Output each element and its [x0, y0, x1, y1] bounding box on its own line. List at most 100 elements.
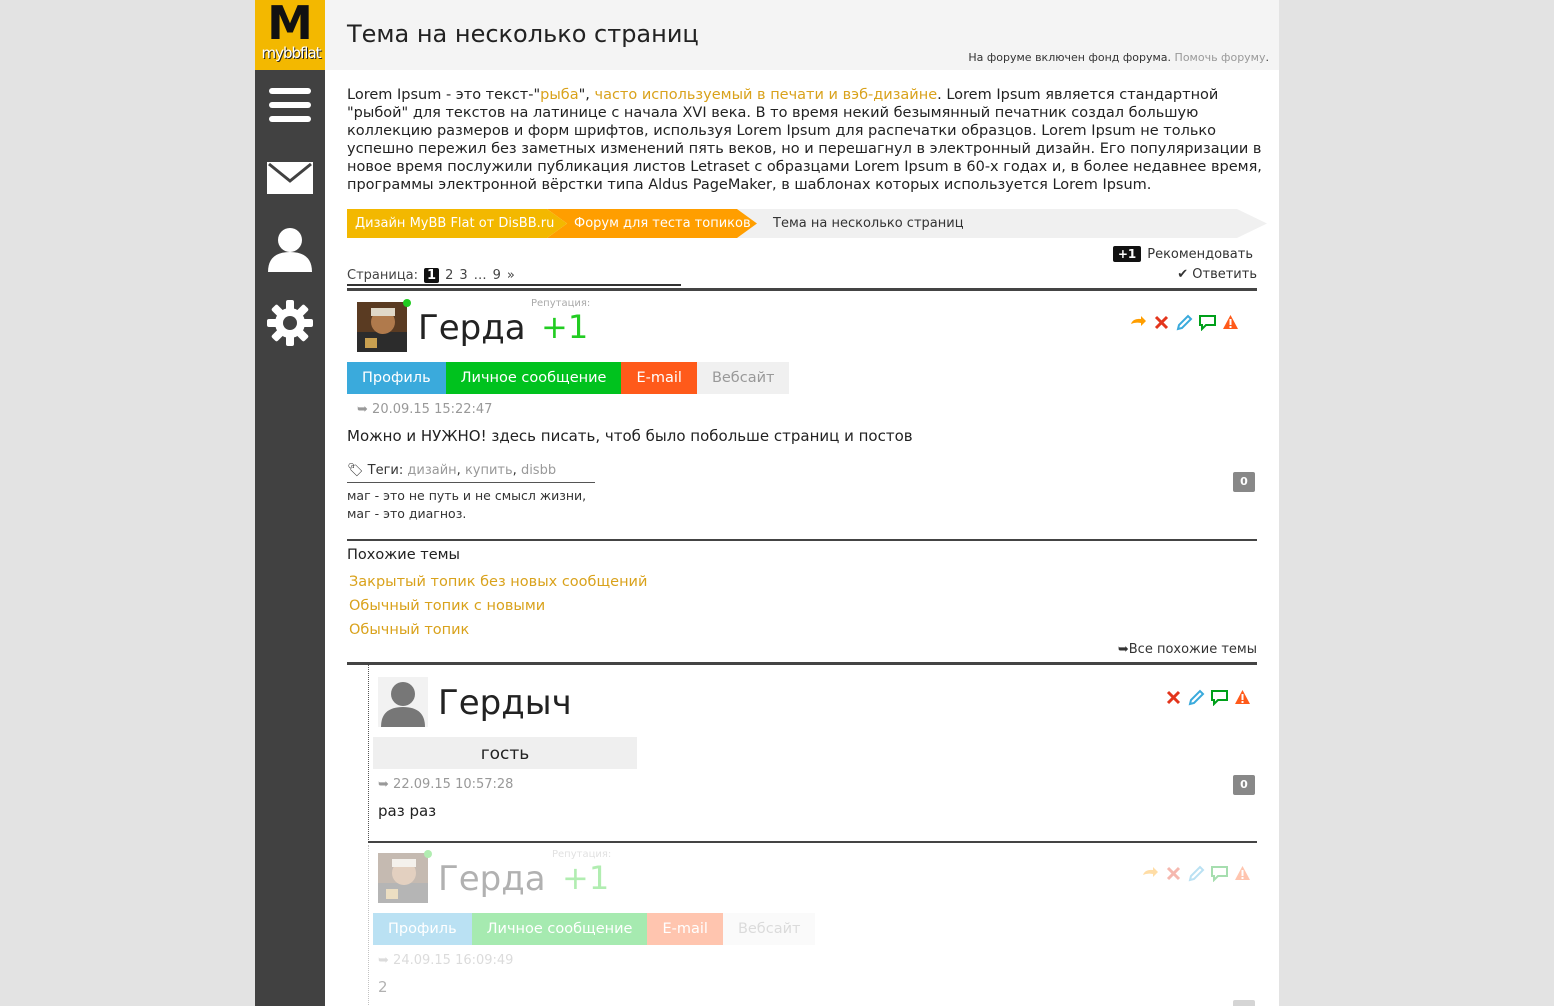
delete-icon[interactable]: [1165, 865, 1182, 882]
link-arrow-icon: ➥: [378, 777, 389, 792]
post-text: раз раз: [378, 802, 437, 820]
breadcrumb: Дизайн MyBB Flat от DisBB.ru Форум для т…: [347, 209, 1267, 238]
reply-button[interactable]: ✔ Ответить: [1177, 267, 1257, 282]
pm-button[interactable]: Личное сообщение: [445, 362, 622, 394]
all-similar-label: Все похожие темы: [1128, 642, 1257, 657]
reply-label: Ответить: [1192, 267, 1257, 282]
gear-icon[interactable]: [267, 300, 313, 346]
breadcrumb-item-3: Тема на несколько страниц: [773, 216, 964, 231]
divider: [368, 841, 1257, 843]
page-current: 1: [424, 268, 440, 283]
user-role: гость: [373, 737, 637, 769]
similar-topic-link[interactable]: Обычный топик с новыми: [349, 598, 545, 614]
post-tags: 🏷 Теги: дизайн, купить, disbb: [347, 463, 595, 483]
page-ellipsis: …: [473, 268, 487, 283]
similar-topic-link[interactable]: Закрытый топик без новых сообщений: [349, 574, 647, 590]
page-link[interactable]: 9: [493, 268, 501, 283]
post-count-badge[interactable]: 0: [1233, 472, 1255, 492]
post-text: 2: [378, 978, 388, 996]
username[interactable]: Гердыч: [438, 683, 572, 723]
intro-text: Lorem Ipsum - это текст-"рыба", часто ис…: [347, 86, 1262, 194]
post-text: Можно и НУЖНО! здесь писать, чтоб было п…: [347, 427, 913, 445]
post-actions: [1142, 865, 1251, 883]
divider: [347, 662, 1257, 665]
signature-line: маг - это не путь и не смысл жизни,: [347, 488, 587, 503]
user-icon[interactable]: [267, 226, 313, 272]
username[interactable]: Герда: [438, 859, 546, 899]
breadcrumb-item-2[interactable]: Форум для теста топиков: [574, 209, 751, 238]
reputation-value[interactable]: +1: [541, 308, 588, 346]
logo[interactable]: M mybbflat: [255, 0, 325, 70]
quote-icon[interactable]: [1142, 865, 1159, 882]
comment-icon[interactable]: [1211, 689, 1228, 707]
similar-topics-title: Похожие темы: [347, 547, 460, 563]
username[interactable]: Герда: [418, 308, 526, 348]
recommend-badge: +1: [1112, 246, 1142, 262]
online-indicator: [424, 850, 432, 858]
avatar[interactable]: [378, 677, 428, 727]
report-icon[interactable]: [1234, 865, 1251, 882]
help-forum-link[interactable]: Помочь форуму: [1175, 51, 1266, 64]
sidebar: M mybbflat: [255, 0, 325, 1006]
edit-icon[interactable]: [1188, 865, 1205, 882]
post-date-text: 24.09.15 16:09:49: [393, 953, 514, 968]
intro-link-2[interactable]: часто используемый в печати и вэб-дизайн…: [595, 87, 938, 103]
fund-text: На форуме включен фонд форума.: [968, 51, 1172, 64]
link-arrow-icon: ➥: [378, 953, 389, 968]
comment-icon[interactable]: [1211, 865, 1228, 883]
check-icon: ✔: [1177, 267, 1189, 282]
profile-button[interactable]: Профиль: [373, 913, 472, 945]
post-actions: [1130, 314, 1239, 332]
edit-icon[interactable]: [1188, 689, 1205, 706]
fund-note: На форуме включен фонд форума. Помочь фо…: [968, 51, 1269, 64]
email-button[interactable]: E-mail: [647, 913, 723, 945]
avatar[interactable]: [378, 853, 428, 903]
all-similar-link[interactable]: ➥Все похожие темы: [1118, 642, 1257, 657]
post-date-text: 20.09.15 15:22:47: [372, 402, 493, 417]
report-icon[interactable]: [1222, 314, 1239, 331]
similar-topic-link[interactable]: Обычный топик: [349, 622, 469, 638]
post-count-badge[interactable]: [1233, 1000, 1255, 1006]
signature: маг - это не путь и не смысл жизни, маг -…: [347, 487, 586, 523]
thread-line: [368, 845, 369, 1006]
tag-link[interactable]: дизайн: [407, 463, 456, 478]
pager-label: Страница:: [347, 268, 419, 283]
page-link[interactable]: 3: [459, 268, 467, 283]
reputation-value[interactable]: +1: [562, 859, 609, 897]
pm-button[interactable]: Личное сообщение: [471, 913, 648, 945]
edit-icon[interactable]: [1176, 314, 1193, 331]
tag-link[interactable]: купить: [465, 463, 513, 478]
menu-icon[interactable]: [267, 82, 313, 128]
post-date: ➥ 22.09.15 10:57:28: [378, 777, 513, 792]
avatar[interactable]: [357, 302, 407, 352]
tag-icon: 🏷: [347, 463, 364, 478]
comment-icon[interactable]: [1199, 314, 1216, 332]
tags-label: Теги:: [367, 463, 404, 478]
page-link[interactable]: 2: [445, 268, 453, 283]
online-indicator: [403, 299, 411, 307]
quote-icon[interactable]: [1130, 314, 1147, 331]
link-arrow-icon: ➥: [1117, 642, 1129, 657]
website-button[interactable]: Вебсайт: [696, 362, 790, 394]
recommend-label: Рекомендовать: [1147, 247, 1253, 262]
recommend-button[interactable]: +1 Рекомендовать: [1112, 246, 1253, 262]
page-next[interactable]: »: [507, 268, 515, 283]
signature-line: маг - это диагноз.: [347, 506, 467, 521]
mail-icon[interactable]: [267, 155, 313, 201]
main-content: Тема на несколько страниц На форуме вклю…: [325, 0, 1279, 1006]
delete-icon[interactable]: [1165, 689, 1182, 706]
link-arrow-icon: ➥: [357, 402, 368, 417]
tag-link[interactable]: disbb: [521, 463, 556, 478]
page-header: Тема на несколько страниц На форуме вклю…: [325, 0, 1279, 70]
website-button[interactable]: Вебсайт: [722, 913, 816, 945]
profile-button[interactable]: Профиль: [347, 362, 446, 394]
user-buttons: Профиль Личное сообщение E-mail Вебсайт: [373, 913, 816, 945]
delete-icon[interactable]: [1153, 314, 1170, 331]
post-count-badge[interactable]: 0: [1233, 775, 1255, 795]
divider: [347, 288, 1257, 291]
breadcrumb-item-1[interactable]: Дизайн MyBB Flat от DisBB.ru: [355, 209, 554, 238]
report-icon[interactable]: [1234, 689, 1251, 706]
intro-link-1[interactable]: рыба: [540, 87, 578, 103]
user-buttons: Профиль Личное сообщение E-mail Вебсайт: [347, 362, 790, 394]
email-button[interactable]: E-mail: [621, 362, 697, 394]
